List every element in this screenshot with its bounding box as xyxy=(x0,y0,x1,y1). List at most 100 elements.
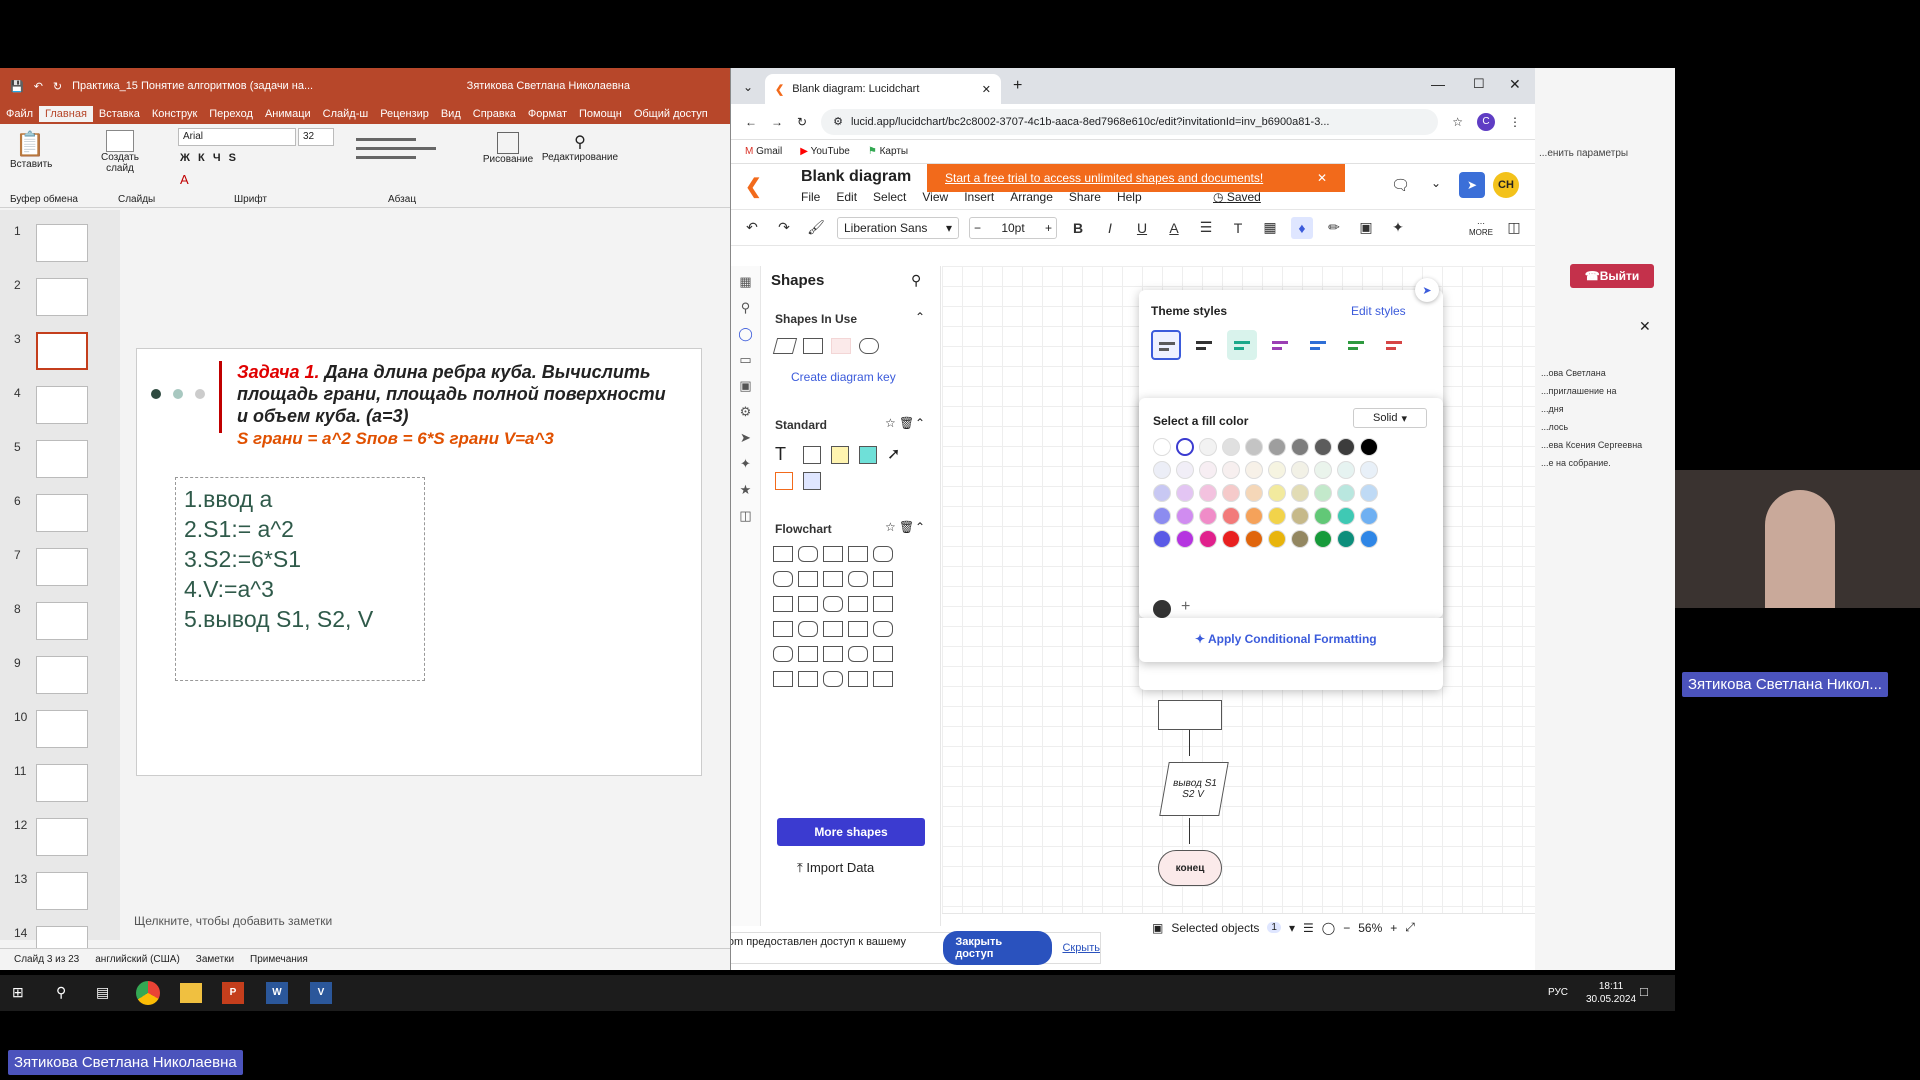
color-swatch[interactable] xyxy=(1199,461,1217,479)
color-swatch[interactable] xyxy=(1245,438,1263,456)
templates-icon[interactable]: ⚲ xyxy=(741,300,751,316)
flowchart-shape[interactable] xyxy=(873,621,893,637)
notes-placeholder[interactable]: Щелкните, чтобы добавить заметки xyxy=(134,914,332,928)
theme-style-swatch[interactable] xyxy=(1151,330,1181,360)
lucid-menu-item[interactable]: Insert xyxy=(964,190,994,204)
maximize-icon[interactable]: ☐ xyxy=(1473,76,1485,92)
chevron-down-icon[interactable]: ⌄ xyxy=(1431,176,1441,190)
ppt-tab[interactable]: Конструк xyxy=(146,106,203,122)
back-icon[interactable]: ← xyxy=(745,115,757,129)
color-swatch[interactable] xyxy=(1268,461,1286,479)
frame-shape[interactable] xyxy=(803,472,821,490)
ppt-tab[interactable]: Главная xyxy=(39,106,93,122)
conditional-formatting-button[interactable]: ✦ Apply Conditional Formatting xyxy=(1195,632,1377,646)
flowchart-shape[interactable] xyxy=(823,646,843,662)
lucid-menu-item[interactable]: Edit xyxy=(836,190,857,204)
theme-style-swatch[interactable] xyxy=(1227,330,1257,360)
flowchart-shape[interactable] xyxy=(798,621,818,637)
color-swatch[interactable] xyxy=(1291,507,1309,525)
undo-icon[interactable]: ↶ xyxy=(34,80,43,93)
lucid-logo-icon[interactable]: ❮ xyxy=(745,174,762,199)
minimize-icon[interactable]: — xyxy=(1431,76,1445,92)
color-swatch[interactable] xyxy=(1176,438,1194,456)
block-shape[interactable] xyxy=(803,446,821,464)
color-swatch[interactable] xyxy=(1360,438,1378,456)
chevron-down-icon[interactable]: ▾ xyxy=(1289,921,1295,935)
favorite-icon[interactable]: ☆ xyxy=(885,416,896,430)
color-swatch[interactable] xyxy=(1199,530,1217,548)
fill-color-icon[interactable]: ♦ xyxy=(1291,216,1313,239)
tab-lucidchart[interactable]: ❮ Blank diagram: Lucidchart ✕ xyxy=(765,74,1001,104)
color-swatch[interactable] xyxy=(1291,530,1309,548)
task-view-icon[interactable]: ▤ xyxy=(96,984,109,1001)
text-color-icon[interactable]: A xyxy=(1163,217,1185,239)
leave-button[interactable]: ☎ Выйти xyxy=(1570,264,1654,288)
magic-wand-icon[interactable]: ✦ xyxy=(1387,217,1409,239)
tab-search-icon[interactable]: ⌄ xyxy=(743,80,753,94)
layers-icon[interactable]: ◫ xyxy=(739,508,751,524)
color-swatch[interactable] xyxy=(1360,530,1378,548)
zoom-out-icon[interactable]: − xyxy=(1343,921,1350,935)
visio-taskbar-icon[interactable]: V xyxy=(310,982,332,1004)
ai-icon[interactable]: ✦ xyxy=(740,456,751,472)
flowchart-shape[interactable] xyxy=(823,546,843,562)
flowchart-shape[interactable] xyxy=(773,671,793,687)
notifications-icon[interactable]: □ xyxy=(1640,984,1648,999)
slide-thumbnail[interactable] xyxy=(36,332,88,370)
slide-thumbnail[interactable] xyxy=(36,494,88,532)
ppt-tab[interactable]: Справка xyxy=(467,106,522,122)
color-swatch[interactable] xyxy=(1245,461,1263,479)
line-color-icon[interactable]: ✏ xyxy=(1323,217,1345,239)
flowchart-shape[interactable] xyxy=(773,596,793,612)
saved-status[interactable]: ◷ Saved xyxy=(1213,190,1261,204)
color-swatch[interactable] xyxy=(1291,438,1309,456)
task-text[interactable]: Задача 1. Дана длина ребра куба. Вычисли… xyxy=(237,361,667,427)
theme-style-swatch[interactable] xyxy=(1303,330,1333,360)
chrome-taskbar-icon[interactable] xyxy=(136,981,160,1005)
ppt-tab[interactable]: Помощн xyxy=(573,106,628,122)
site-settings-icon[interactable]: ⚙ xyxy=(833,115,843,128)
hide-link[interactable]: Скрыть xyxy=(1062,942,1100,954)
delete-icon[interactable]: 🗑 xyxy=(899,520,914,534)
note-shape[interactable] xyxy=(831,446,849,464)
comments-button[interactable]: Примечания xyxy=(250,954,308,965)
theme-style-swatch[interactable] xyxy=(1189,330,1219,360)
lucid-menu-item[interactable]: Arrange xyxy=(1010,190,1053,204)
zoom-level[interactable]: 56% xyxy=(1358,921,1382,935)
select-icon[interactable]: ▣ xyxy=(1152,921,1163,935)
rocket-icon[interactable]: ➤ xyxy=(740,430,751,446)
flowchart-shape[interactable] xyxy=(823,571,843,587)
slide-thumbnail[interactable] xyxy=(36,818,88,856)
slide-thumbnail[interactable] xyxy=(36,224,88,262)
end-terminator-shape[interactable]: конец xyxy=(1158,850,1222,886)
color-swatch[interactable] xyxy=(1176,461,1194,479)
word-taskbar-icon[interactable]: W xyxy=(266,982,288,1004)
frames-icon[interactable]: ▭ xyxy=(739,352,751,368)
steps-textbox[interactable]: 1.ввод а 2.S1:= a^2 3.S2:=6*S1 4.V:=a^3 5.вы… xyxy=(175,477,425,681)
start-icon[interactable]: ⊞ xyxy=(12,984,24,1001)
parallelogram-shape[interactable] xyxy=(772,338,798,354)
theme-style-swatch[interactable] xyxy=(1379,330,1409,360)
color-swatch[interactable] xyxy=(1360,507,1378,525)
layers-icon[interactable]: ☰ xyxy=(1303,921,1314,935)
change-params-link[interactable]: ...енить параметры xyxy=(1539,148,1628,159)
color-swatch[interactable] xyxy=(1337,507,1355,525)
output-shape[interactable]: вывод S1 S2 V xyxy=(1159,762,1229,816)
color-swatch[interactable] xyxy=(1153,530,1171,548)
accessibility-icon[interactable]: ◯ xyxy=(1322,921,1335,935)
color-swatch[interactable] xyxy=(1153,507,1171,525)
font-select[interactable]: Liberation Sans ▾ xyxy=(837,216,959,239)
language-status[interactable]: английский (США) xyxy=(95,954,180,965)
theme-style-swatch[interactable] xyxy=(1265,330,1295,360)
profile-avatar[interactable]: C xyxy=(1477,112,1495,131)
close-window-icon[interactable]: ✕ xyxy=(1509,76,1521,93)
doc-title[interactable]: Blank diagram xyxy=(801,168,911,186)
search-icon[interactable]: ⚲ xyxy=(911,272,921,289)
formula-text[interactable]: S грани = a^2 Sпов = 6*S грани V=a^3 xyxy=(237,429,667,449)
bookmark-gmail[interactable]: M Gmail xyxy=(745,146,782,157)
integrations-icon[interactable]: ★ xyxy=(740,482,752,498)
color-swatch[interactable] xyxy=(1245,530,1263,548)
shapes-in-use-header[interactable]: Shapes In Use xyxy=(775,312,857,326)
flowchart-shape[interactable] xyxy=(873,571,893,587)
color-swatch[interactable] xyxy=(1314,484,1332,502)
